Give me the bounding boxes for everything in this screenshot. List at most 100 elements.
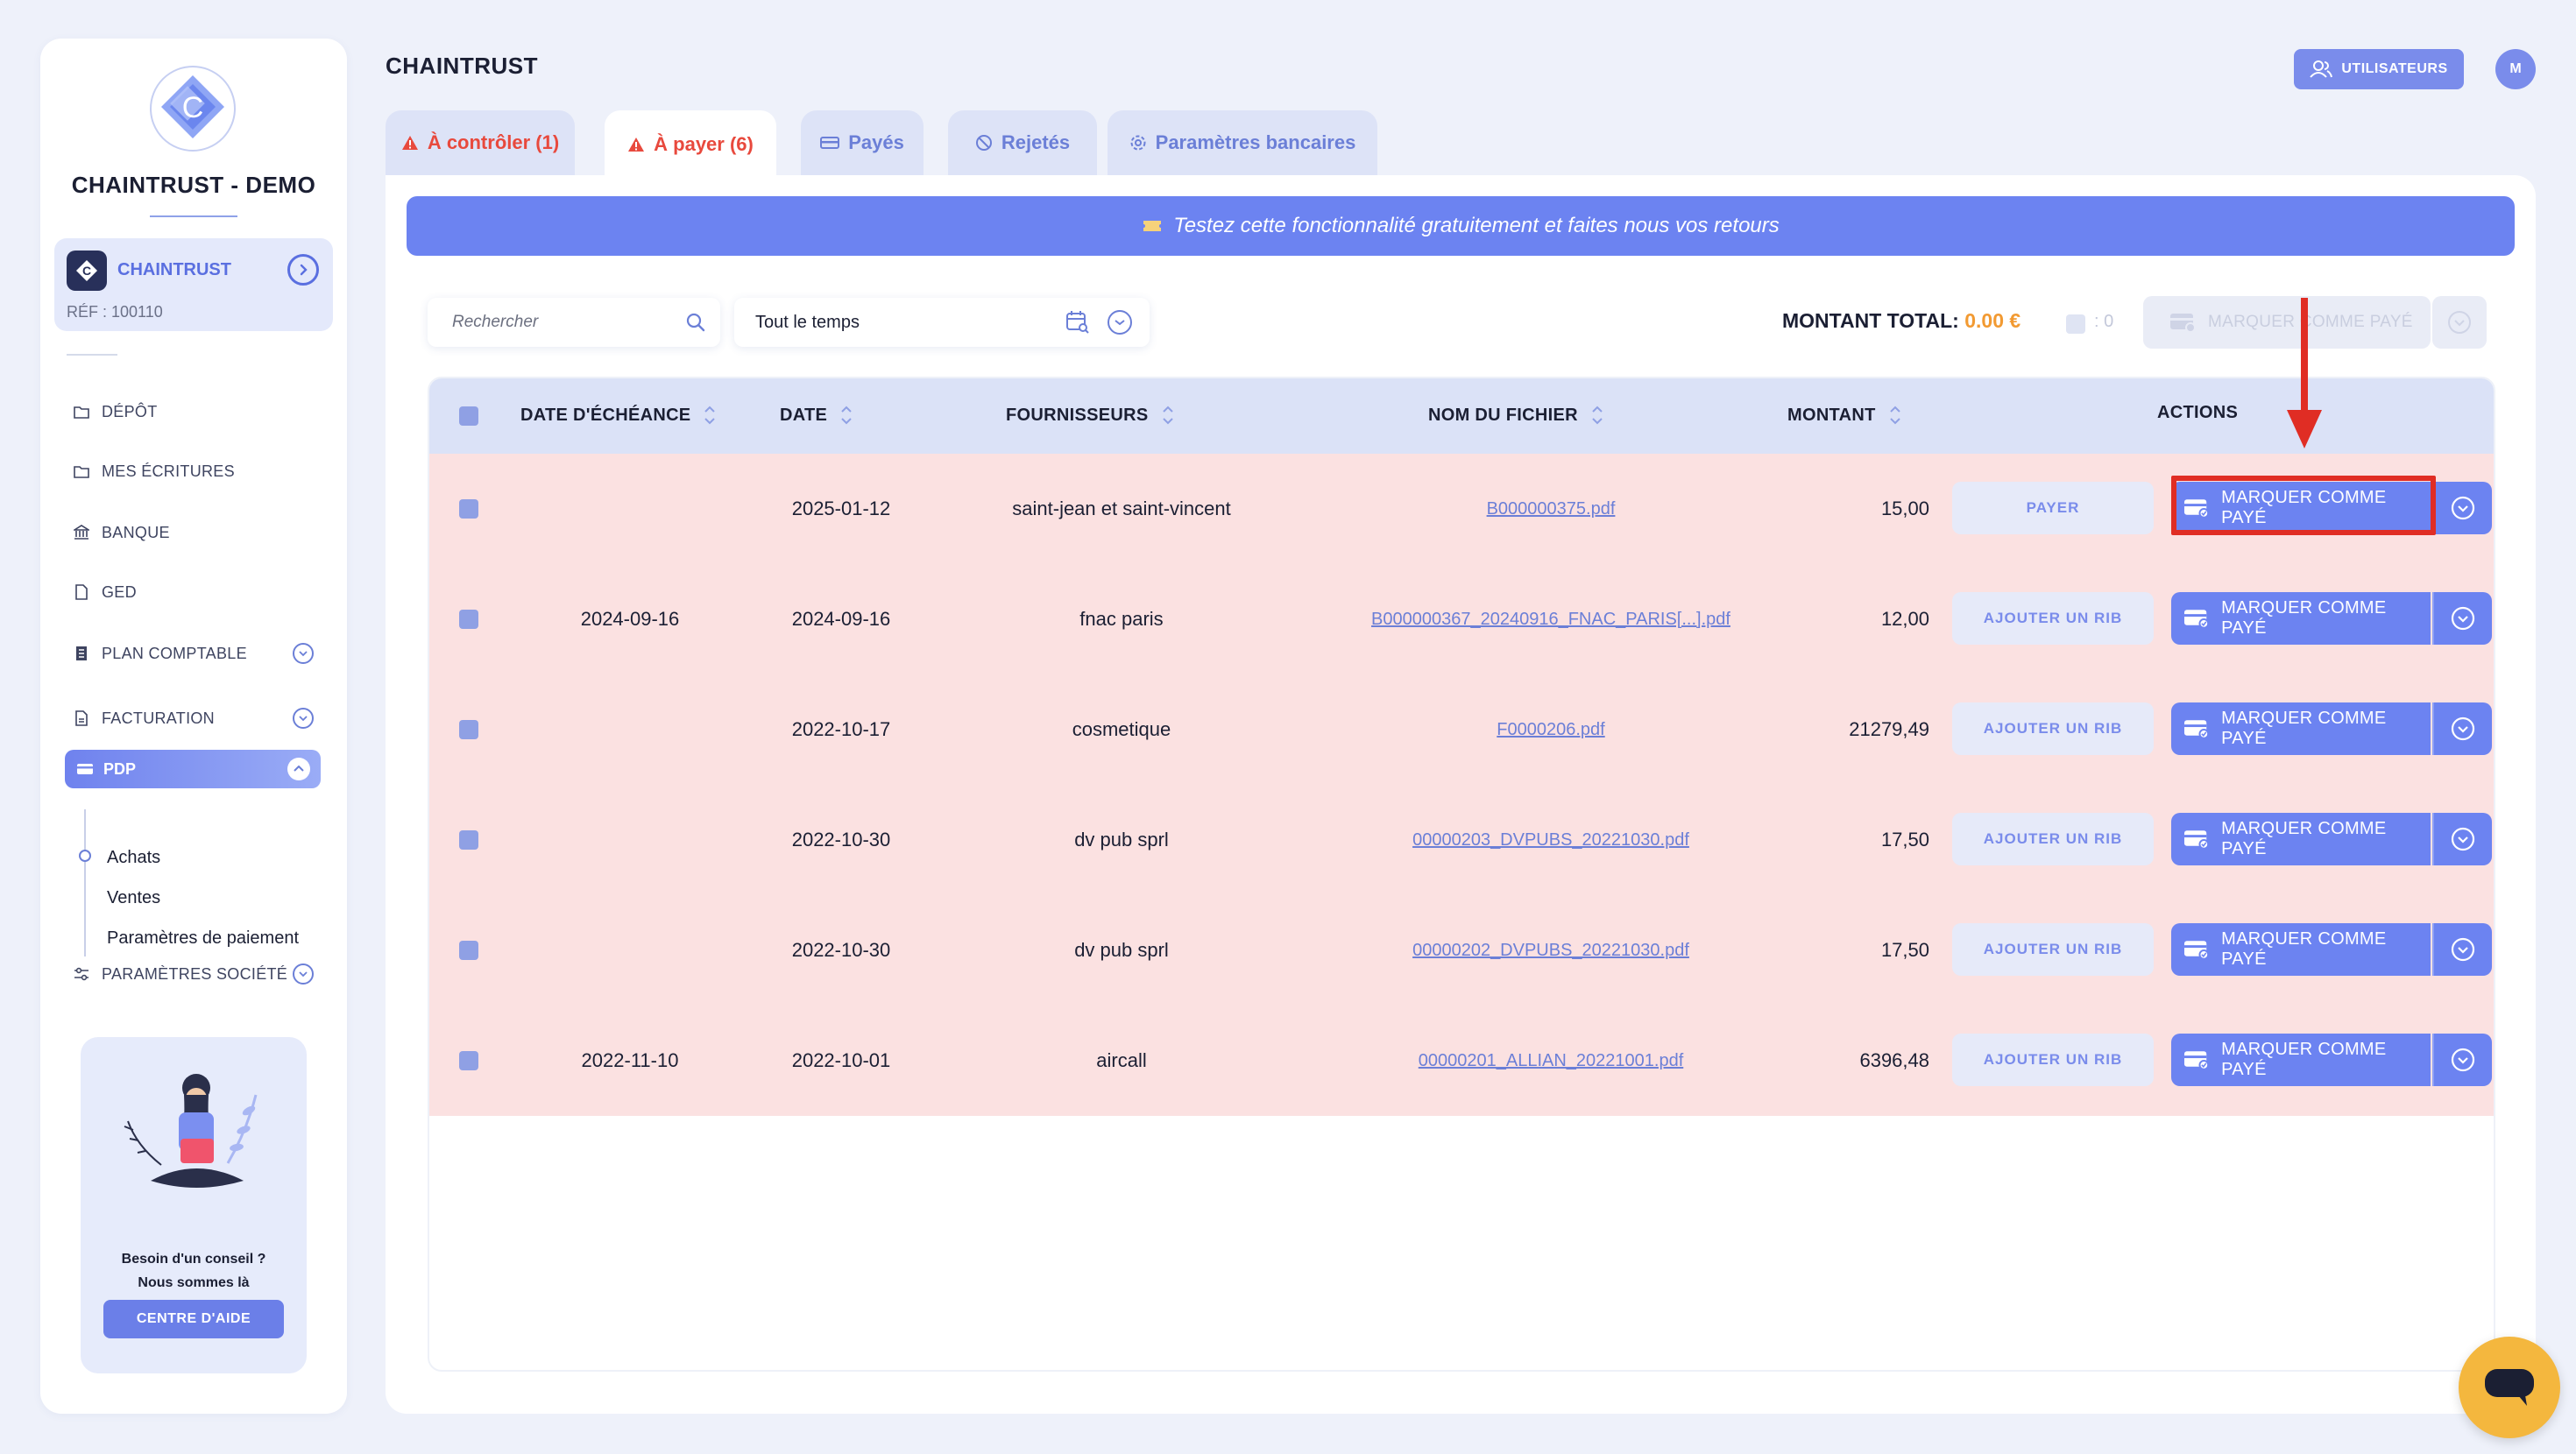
mark-paid-button[interactable]: MARQUER COMME PAYÉ	[2171, 813, 2431, 865]
add-rib-button[interactable]: AJOUTER UN RIB	[1952, 1034, 2154, 1086]
card-check-icon	[2183, 610, 2210, 629]
sort-icon[interactable]	[703, 403, 717, 427]
file-link[interactable]: F0000206.pdf	[1497, 720, 1604, 740]
chevron-down-icon[interactable]	[293, 708, 314, 729]
due-date-cell	[520, 895, 740, 1006]
selection-checkbox	[2066, 314, 2085, 334]
sidebar-item-mes-ecritures[interactable]: MES ÉCRITURES	[72, 454, 326, 489]
due-date-cell	[520, 785, 740, 895]
due-date-cell	[520, 674, 740, 785]
bulk-mark-paid-button[interactable]: MARQUER COMME PAYÉ	[2143, 296, 2431, 349]
row-actions-dropdown[interactable]	[2432, 923, 2492, 976]
row-actions-dropdown[interactable]	[2432, 702, 2492, 755]
mark-paid-button[interactable]: MARQUER COMME PAYÉ	[2171, 592, 2431, 645]
column-header-label: MONTANT	[1787, 405, 1876, 425]
row-actions-dropdown[interactable]	[2432, 482, 2492, 534]
pay-button[interactable]: PAYER	[1952, 482, 2154, 534]
row-actions-dropdown[interactable]	[2432, 592, 2492, 645]
date-cell: 2025-01-12	[791, 498, 891, 519]
chat-launcher[interactable]	[2459, 1337, 2560, 1438]
row-actions-dropdown[interactable]	[2432, 813, 2492, 865]
users-button[interactable]: UTILISATEURS	[2294, 49, 2464, 89]
chevron-down-icon[interactable]	[293, 643, 314, 664]
search-box[interactable]	[428, 298, 720, 347]
date-cell: 2024-09-16	[791, 608, 891, 630]
row-checkbox[interactable]	[459, 720, 478, 739]
search-input[interactable]	[452, 313, 671, 332]
sidebar-item-parametres-societe[interactable]: PARAMÈTRES SOCIÉTÉ	[72, 956, 326, 992]
column-header-due-date[interactable]: DATE D'ÉCHÉANCE	[520, 403, 717, 427]
sidebar-item-pdp[interactable]: PDP	[65, 750, 321, 788]
column-header-date[interactable]: DATE	[780, 403, 853, 427]
select-all-checkbox[interactable]	[459, 406, 478, 426]
calendar-search-icon[interactable]	[1065, 310, 1090, 335]
submenu-item-ventes[interactable]: Ventes	[107, 888, 160, 908]
column-header-file[interactable]: NOM DU FICHIER	[1428, 403, 1604, 427]
sort-icon[interactable]	[1590, 403, 1604, 427]
file-link[interactable]: 00000203_DVPUBS_20221030.pdf	[1412, 830, 1689, 851]
sort-icon[interactable]	[1161, 403, 1175, 427]
tab-label: Paramètres bancaires	[1155, 131, 1356, 153]
period-select[interactable]: Tout le temps	[734, 298, 1150, 347]
mark-paid-button[interactable]: MARQUER COMME PAYÉ	[2171, 923, 2431, 976]
mark-paid-button[interactable]: MARQUER COMME PAYÉ	[2171, 702, 2431, 755]
mark-paid-button[interactable]: MARQUER COMME PAYÉ	[2171, 482, 2431, 534]
table-row: 2022-10-17 cosmetique F0000206.pdf 21279…	[429, 674, 2494, 785]
file-cell: 00000203_DVPUBS_20221030.pdf	[1306, 785, 1796, 895]
file-link[interactable]: 00000201_ALLIAN_20221001.pdf	[1419, 1051, 1684, 1071]
file-link[interactable]: 00000202_DVPUBS_20221030.pdf	[1412, 941, 1689, 961]
column-header-amount[interactable]: MONTANT	[1787, 403, 1902, 427]
tab-a-controler[interactable]: À contrôler (1)	[386, 110, 575, 175]
help-center-button[interactable]: CENTRE D'AIDE	[103, 1300, 284, 1338]
column-header-supplier[interactable]: FOURNISSEURS	[1006, 403, 1175, 427]
chevron-down-icon[interactable]	[293, 963, 314, 985]
submenu-item-parametres-paiement[interactable]: Paramètres de paiement	[107, 928, 299, 949]
bulk-actions-dropdown[interactable]	[2432, 296, 2487, 349]
sort-icon[interactable]	[839, 403, 853, 427]
row-checkbox[interactable]	[459, 830, 478, 850]
avatar[interactable]: M	[2495, 49, 2536, 89]
table-header: DATE D'ÉCHÉANCE DATE FOURNISSEURS NOM DU…	[429, 378, 2494, 454]
help-line: Besoin d'un conseil ?	[121, 1252, 266, 1267]
row-checkbox[interactable]	[459, 941, 478, 960]
supplier-cell: aircall	[1096, 1049, 1147, 1071]
chevron-up-icon[interactable]	[287, 758, 310, 780]
file-link[interactable]: B000000375.pdf	[1487, 499, 1616, 519]
sidebar-item-ged[interactable]: GED	[72, 575, 326, 610]
add-rib-button[interactable]: AJOUTER UN RIB	[1952, 813, 2154, 865]
card-icon	[820, 137, 840, 149]
main-panel: Testez cette fonctionnalité gratuitement…	[386, 175, 2536, 1414]
invoice-icon	[72, 709, 91, 728]
company-logo: C	[67, 251, 107, 291]
card-check-icon	[2183, 1051, 2210, 1070]
amount-cell: 12,00	[1880, 608, 1929, 630]
tab-payes[interactable]: Payés	[801, 110, 924, 175]
tab-parametres-bancaires[interactable]: Paramètres bancaires	[1108, 110, 1377, 175]
chevron-down-icon[interactable]	[1108, 310, 1132, 335]
sort-icon[interactable]	[1888, 403, 1902, 427]
sidebar-item-banque[interactable]: BANQUE	[72, 515, 326, 550]
sidebar-item-facturation[interactable]: FACTURATION	[72, 701, 326, 736]
amount-cell: 17,50	[1880, 939, 1929, 961]
file-link[interactable]: B000000367_20240916_FNAC_PARIS[...].pdf	[1371, 610, 1730, 630]
row-checkbox[interactable]	[459, 499, 478, 519]
row-actions-dropdown[interactable]	[2432, 1034, 2492, 1086]
chevron-right-icon[interactable]	[287, 254, 319, 286]
row-checkbox[interactable]	[459, 610, 478, 629]
add-rib-button[interactable]: AJOUTER UN RIB	[1952, 702, 2154, 755]
users-button-label: UTILISATEURS	[2341, 61, 2448, 76]
banner-text: Testez cette fonctionnalité gratuitement…	[1173, 214, 1780, 237]
chevron-down-icon	[2451, 1048, 2475, 1072]
tab-a-payer[interactable]: À payer (6)	[605, 110, 776, 179]
company-card[interactable]: C CHAINTRUST RÉF : 100110	[54, 238, 333, 331]
row-checkbox[interactable]	[459, 1051, 478, 1070]
mark-paid-label: MARQUER COMME PAYÉ	[2221, 819, 2387, 858]
mark-paid-button[interactable]: MARQUER COMME PAYÉ	[2171, 1034, 2431, 1086]
chevron-down-icon	[2451, 937, 2475, 962]
tab-rejetes[interactable]: Rejetés	[948, 110, 1097, 175]
submenu-item-achats[interactable]: Achats	[107, 848, 160, 868]
sidebar-item-plan-comptable[interactable]: PLAN COMPTABLE	[72, 636, 326, 671]
sidebar-item-depot[interactable]: DÉPÔT	[72, 394, 326, 429]
add-rib-button[interactable]: AJOUTER UN RIB	[1952, 923, 2154, 976]
add-rib-button[interactable]: AJOUTER UN RIB	[1952, 592, 2154, 645]
